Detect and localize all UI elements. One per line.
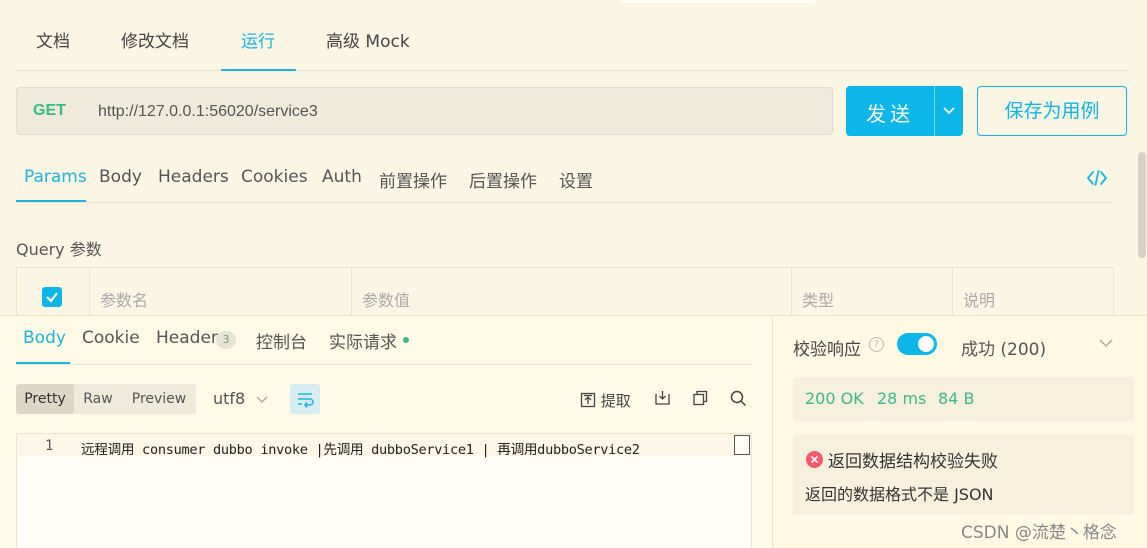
encoding-value: utf8 — [213, 389, 246, 408]
response-stats: 200 OK 28 ms 84 B — [793, 377, 1134, 421]
send-dropdown[interactable] — [934, 86, 963, 136]
status-dot — [403, 337, 409, 343]
response-body-editor[interactable]: 1 远程调用 consumer dubbo invoke |先调用 dubboS… — [16, 433, 752, 548]
tab-settings[interactable]: 设置 — [559, 167, 593, 192]
tab-post-ops[interactable]: 后置操作 — [469, 167, 537, 192]
validation-status[interactable]: 成功 (200) — [961, 335, 1046, 360]
view-mode-segment: Pretty Raw Preview — [16, 384, 196, 414]
active-tab-indicator — [16, 362, 70, 364]
tab-headers[interactable]: Headers — [158, 167, 229, 187]
validate-toggle[interactable] — [897, 333, 937, 355]
search-button[interactable] — [730, 390, 747, 411]
header-count-badge: 3 — [216, 331, 236, 349]
tab-edit-doc[interactable]: 修改文档 — [121, 27, 189, 52]
tab-resp-cookie[interactable]: Cookie — [82, 328, 140, 348]
column-header: 参数值 — [362, 291, 411, 310]
word-wrap-button[interactable] — [290, 384, 320, 414]
column-header: 参数名 — [100, 291, 149, 310]
tab-body[interactable]: Body — [99, 167, 142, 187]
download-icon — [655, 391, 670, 405]
search-icon — [730, 390, 747, 407]
column-name: 参数名 — [90, 268, 352, 316]
url-input[interactable]: http://127.0.0.1:56020/service3 — [98, 103, 318, 121]
validate-response-label: 校验响应 — [793, 340, 861, 360]
tab-cookies[interactable]: Cookies — [241, 167, 308, 187]
column-header: 说明 — [963, 291, 996, 310]
chevron-down-icon — [256, 396, 268, 404]
download-button[interactable] — [654, 390, 671, 410]
http-method[interactable]: GET — [33, 102, 66, 120]
check-icon — [46, 292, 58, 303]
error-icon — [806, 451, 823, 468]
tab-doc[interactable]: 文档 — [36, 27, 70, 52]
scrollbar[interactable] — [1138, 152, 1146, 258]
copy-button[interactable] — [692, 390, 708, 410]
error-message: 返回的数据格式不是 JSON — [805, 485, 994, 504]
validation-panel: 校验响应 ? 成功 (200) 200 OK 28 ms 84 B 返回数据结构… — [772, 316, 1147, 548]
column-value: 参数值 — [352, 268, 792, 316]
toggle-knob — [918, 336, 934, 352]
response-time: 28 ms — [877, 389, 927, 408]
view-pretty[interactable]: Pretty — [16, 384, 74, 414]
chevron-down-icon[interactable] — [1099, 336, 1113, 350]
send-button[interactable]: 发送 — [846, 86, 963, 136]
help-icon[interactable]: ? — [869, 337, 884, 352]
query-params-title: Query 参数 — [16, 240, 102, 259]
response-size: 84 B — [938, 389, 975, 408]
active-tab-indicator — [16, 200, 86, 202]
tab-resp-header[interactable]: Header — [156, 328, 218, 348]
tab-actual-request[interactable]: 实际请求 — [329, 328, 397, 353]
send-label: 发送 — [866, 102, 914, 126]
query-params-table: 参数名 参数值 类型 说明 — [16, 267, 1115, 316]
tab-run[interactable]: 运行 — [241, 27, 275, 52]
encoding-select[interactable]: utf8 — [213, 389, 268, 408]
column-header: 类型 — [802, 291, 835, 310]
active-tab-indicator — [221, 69, 296, 71]
validation-error-box: 返回数据结构校验失败 返回的数据格式不是 JSON — [793, 435, 1134, 515]
tab-pre-ops[interactable]: 前置操作 — [379, 167, 447, 192]
status-code: 200 OK — [805, 389, 864, 408]
column-type: 类型 — [792, 268, 953, 316]
response-body-line: 远程调用 consumer dubbo invoke |先调用 dubboSer… — [81, 442, 640, 458]
top-tab-bar: 文档 修改文档 运行 高级 Mock — [16, 0, 1128, 71]
wrap-icon — [298, 393, 314, 408]
tab-console[interactable]: 控制台 — [256, 328, 307, 353]
error-title: 返回数据结构校验失败 — [828, 452, 998, 472]
extract-label: 提取 — [600, 392, 631, 410]
param-tab-bar: Params Body Headers Cookies Auth 前置操作 后置… — [16, 155, 1114, 203]
extract-button[interactable]: 提取 — [580, 390, 631, 411]
copy-icon — [693, 390, 708, 406]
tab-params[interactable]: Params — [24, 167, 87, 187]
watermark: CSDN @流楚丶格念 — [961, 523, 1117, 543]
tab-resp-body[interactable]: Body — [23, 328, 66, 348]
select-all-checkbox[interactable] — [42, 287, 62, 307]
tab-auth[interactable]: Auth — [322, 167, 362, 187]
chevron-down-icon — [942, 107, 955, 115]
extract-icon — [580, 392, 596, 408]
save-as-case-button[interactable]: 保存为用例 — [977, 86, 1127, 136]
view-raw[interactable]: Raw — [74, 384, 122, 414]
response-panel: Body Cookie Header 3 控制台 实际请求 Pretty Raw… — [0, 315, 1147, 548]
column-desc: 说明 — [953, 268, 1115, 316]
line-number: 1 — [45, 438, 54, 454]
text-cursor — [734, 435, 750, 455]
response-tab-bar: Body Cookie Header 3 控制台 实际请求 — [16, 316, 752, 365]
check-column — [17, 268, 90, 316]
url-bar[interactable]: GET http://127.0.0.1:56020/service3 — [16, 87, 833, 135]
view-preview[interactable]: Preview — [122, 384, 196, 414]
code-icon[interactable] — [1086, 168, 1108, 188]
tab-advanced-mock[interactable]: 高级 Mock — [326, 27, 410, 52]
